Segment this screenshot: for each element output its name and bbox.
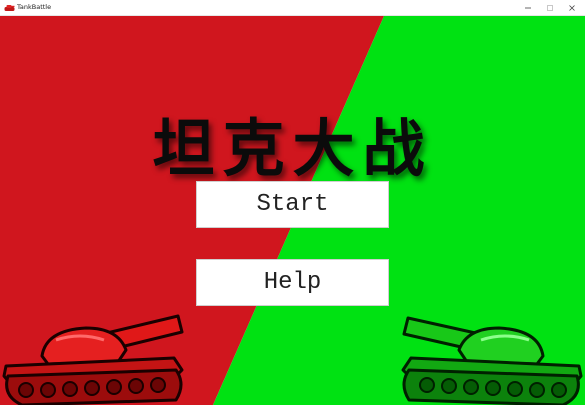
green-tank-icon: [401, 316, 583, 405]
help-button[interactable]: Help: [196, 259, 389, 306]
maximize-button[interactable]: [539, 0, 561, 15]
maximize-icon: [547, 4, 553, 11]
app-icon: [4, 5, 15, 11]
close-button[interactable]: [561, 0, 583, 15]
window-titlebar: TankBattle: [0, 0, 585, 16]
game-title: 坦克大战: [152, 112, 433, 185]
close-icon: [569, 4, 575, 11]
red-tank-icon: [2, 314, 184, 405]
window-title: TankBattle: [17, 3, 52, 11]
minimize-icon: [525, 7, 531, 8]
start-button[interactable]: Start: [196, 181, 389, 228]
minimize-button[interactable]: [517, 0, 539, 15]
game-canvas: 坦克大战 Start Help: [0, 16, 585, 405]
